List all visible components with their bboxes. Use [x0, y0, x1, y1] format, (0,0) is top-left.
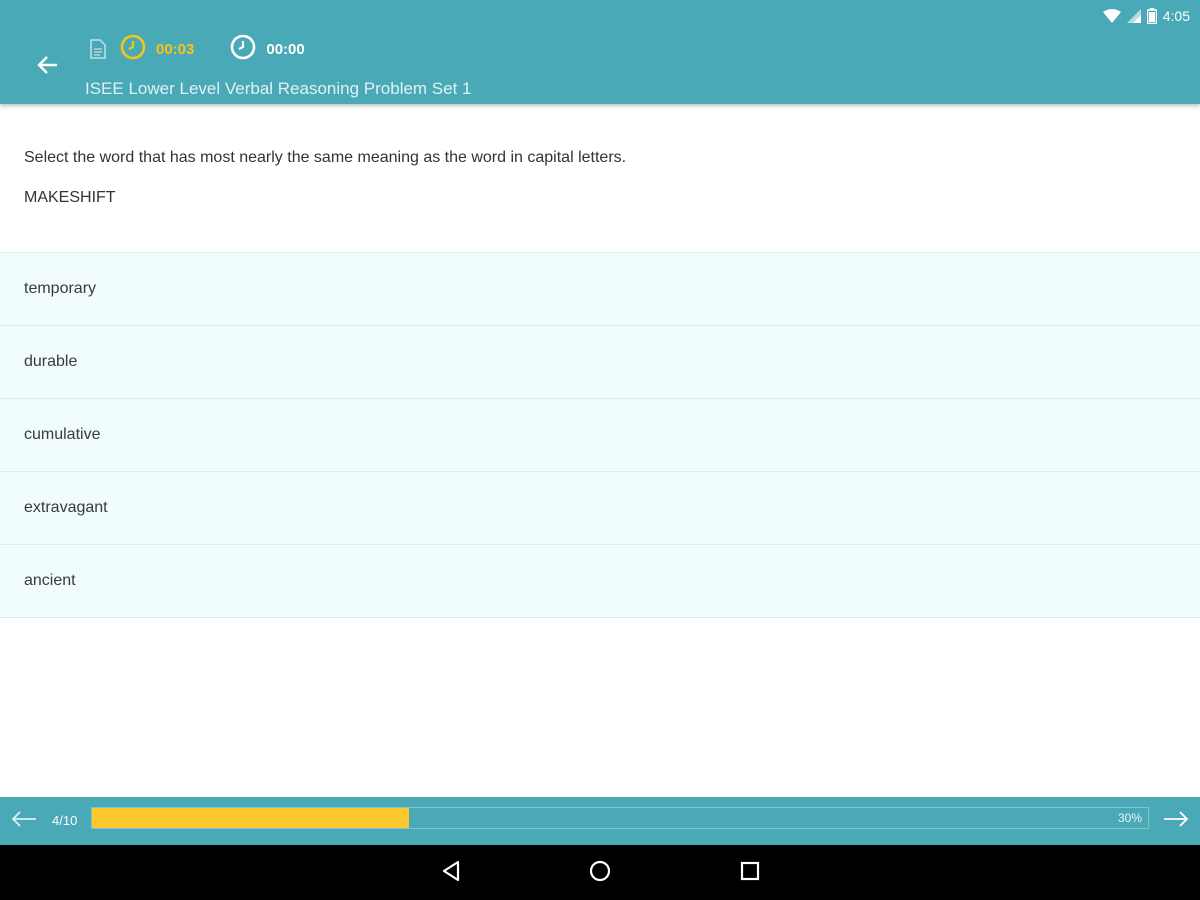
question-word: MAKESHIFT [24, 189, 116, 206]
answer-label: cumulative [24, 426, 101, 443]
timer-group: 00:03 00:00 [90, 34, 305, 64]
question-block: Select the word that has most nearly the… [24, 148, 1174, 208]
arrow-right-icon [1163, 810, 1189, 833]
question-timer-value: 00:03 [156, 40, 195, 58]
total-timer-value: 00:00 [266, 40, 305, 58]
progress-footer: 4/10 30% [0, 797, 1200, 845]
answer-label: temporary [24, 280, 97, 297]
nav-back-icon [440, 860, 462, 887]
answer-label: durable [24, 353, 78, 370]
question-prompt: Select the word that has most nearly the… [24, 149, 627, 166]
answer-list: temporary durable cumulative extravagant… [0, 252, 1200, 618]
system-home-button[interactable] [586, 859, 614, 887]
question-counter: 4/10 [52, 813, 78, 828]
cell-signal-icon [1126, 9, 1141, 23]
previous-question-button[interactable] [10, 809, 38, 833]
answer-label: extravagant [24, 499, 108, 516]
answer-option[interactable]: extravagant [0, 472, 1200, 545]
question-timer: 00:03 [120, 34, 194, 64]
document-icon [90, 39, 106, 59]
status-bar: 4:05 [1102, 6, 1190, 26]
answer-option[interactable]: temporary [0, 253, 1200, 326]
arrow-left-icon [11, 810, 37, 833]
back-button[interactable] [30, 52, 64, 82]
page-title: ISEE Lower Level Verbal Reasoning Proble… [85, 79, 472, 98]
battery-icon [1146, 8, 1157, 24]
progress-label: 30% [1117, 811, 1142, 825]
nav-recents-icon [739, 860, 761, 887]
status-time: 4:05 [1162, 8, 1190, 24]
wifi-icon [1102, 9, 1121, 23]
next-question-button[interactable] [1162, 809, 1190, 833]
answer-label: ancient [24, 572, 76, 589]
nav-home-icon [588, 859, 612, 888]
answer-option[interactable]: cumulative [0, 399, 1200, 472]
progress-bar: 30% [91, 807, 1149, 829]
answer-option[interactable]: durable [0, 326, 1200, 399]
clock-icon [230, 34, 256, 64]
system-back-button[interactable] [437, 859, 465, 887]
app-screen: 4:05 00:03 00:00 ISEE Lower Level Verbal… [0, 0, 1200, 900]
total-timer: 00:00 [230, 34, 305, 64]
arrow-left-icon [36, 55, 58, 80]
progress-fill [92, 808, 409, 828]
system-navigation-bar [0, 845, 1200, 900]
clock-icon [120, 34, 146, 64]
answer-option[interactable]: ancient [0, 545, 1200, 618]
app-toolbar: 4:05 00:03 00:00 ISEE Lower Level Verbal… [0, 0, 1200, 104]
system-recents-button[interactable] [736, 859, 764, 887]
